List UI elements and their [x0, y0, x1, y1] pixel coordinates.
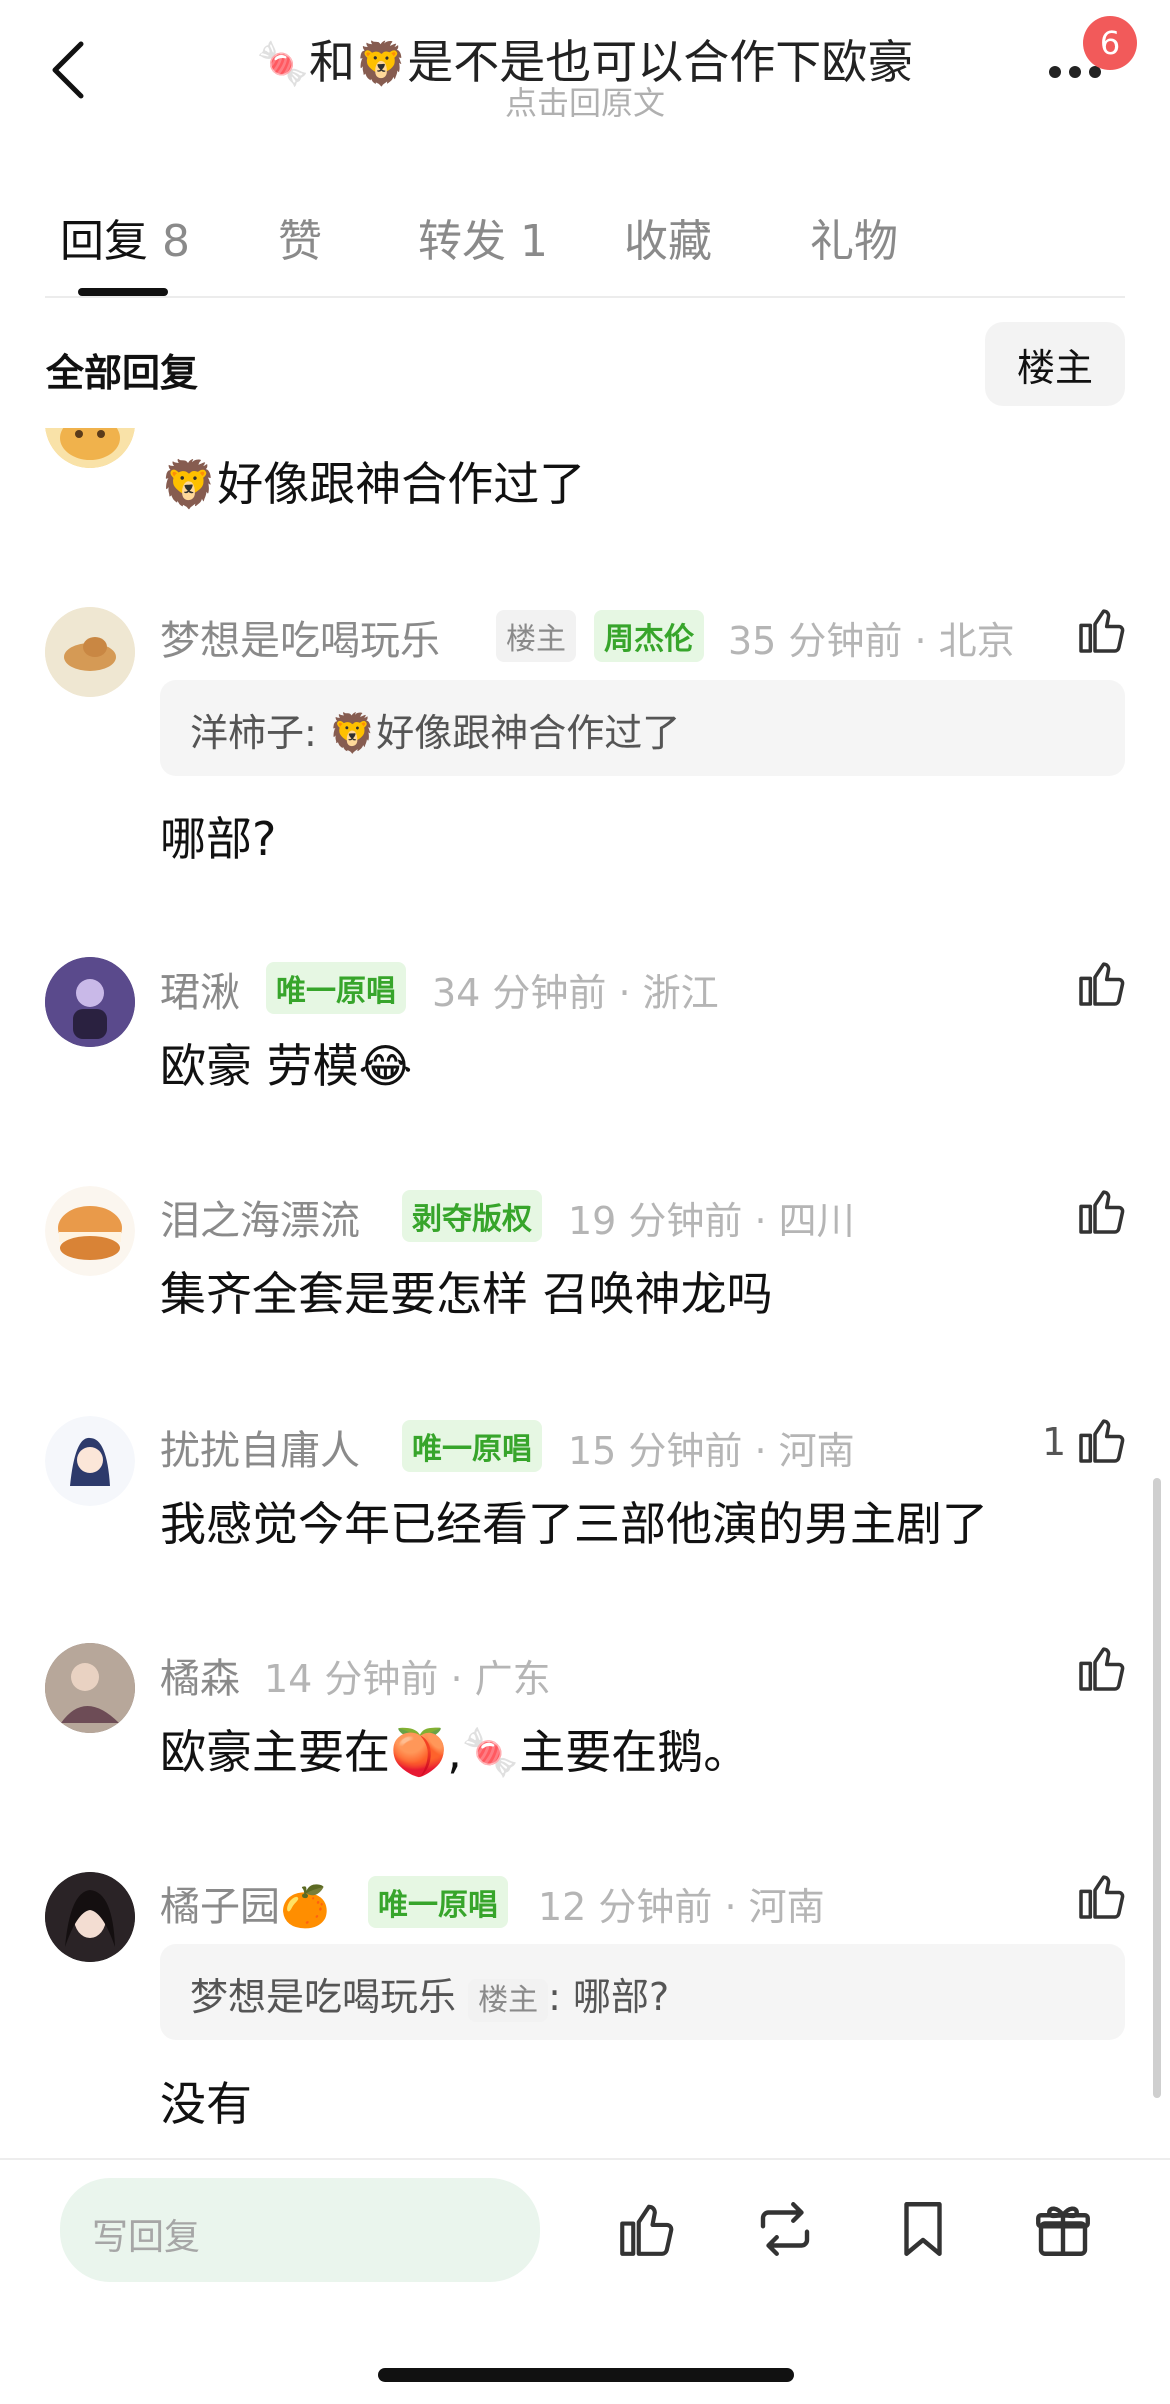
thumbs-up-icon: [1079, 962, 1125, 1006]
tab-gifts[interactable]: 礼物: [810, 205, 898, 269]
avatar[interactable]: [45, 1416, 135, 1506]
quoted-username: 梦想是吃喝玩乐: [190, 1975, 457, 2019]
fan-badge: 周杰伦: [594, 610, 704, 662]
bookmark-button[interactable]: [890, 2196, 956, 2262]
home-indicator: [378, 2368, 794, 2382]
candy-emoji: 🍬: [461, 1725, 520, 1779]
thumbs-up-icon: [1079, 1419, 1125, 1463]
fan-badge: 唯一原唱: [266, 962, 406, 1014]
username[interactable]: 橘森: [160, 1646, 240, 1704]
back-arrow-icon: [52, 41, 84, 99]
quoted-reply[interactable]: 洋柿子: 🦁好像跟神合作过了: [160, 680, 1125, 776]
like-button[interactable]: [1074, 955, 1130, 1011]
owner-filter-button[interactable]: 楼主: [985, 322, 1125, 406]
avatar[interactable]: [45, 1872, 135, 1962]
quoted-text: 哪部?: [573, 1975, 670, 2019]
timestamp-location: 14 分钟前 · 广东: [264, 1657, 551, 1701]
tab-favorites-label: 收藏: [624, 216, 712, 267]
comment-text: 欧豪 劳模😂: [160, 1039, 413, 1093]
username[interactable]: 泪之海漂流: [160, 1188, 360, 1246]
bookmark-icon: [904, 2202, 942, 2256]
tab-reposts-label: 转发: [418, 216, 506, 267]
fan-badge: 唯一原唱: [402, 1420, 542, 1472]
orange-emoji: 🍊: [280, 1884, 330, 1930]
tab-replies[interactable]: 回复 8: [60, 205, 190, 269]
timestamp-location: 12 分钟前 · 河南: [538, 1885, 825, 1929]
notification-badge: 6: [1083, 16, 1137, 70]
reply-input-placeholder: 写回复: [92, 2217, 201, 2258]
laughing-emoji: 😂: [358, 1039, 413, 1093]
owner-tag: 楼主: [496, 610, 576, 662]
thumbs-up-icon: [1079, 609, 1125, 653]
thumbs-up-icon: [1079, 1647, 1125, 1691]
active-tab-indicator: [78, 288, 168, 296]
like-button[interactable]: [1074, 1183, 1130, 1239]
avatar[interactable]: [45, 957, 135, 1047]
tab-reposts[interactable]: 转发 1: [418, 205, 548, 269]
divider: [45, 296, 1125, 298]
thumbs-up-icon: [1079, 1190, 1125, 1234]
fan-badge: 剥夺版权: [402, 1190, 542, 1242]
comment-text: 欧豪主要在🍑,🍬主要在鹅。: [160, 1725, 750, 1779]
username[interactable]: 橘子园🍊: [160, 1874, 330, 1932]
fan-badge: 唯一原唱: [368, 1876, 508, 1928]
like-button[interactable]: [1074, 1868, 1130, 1924]
like-button[interactable]: [1074, 602, 1130, 658]
back-button[interactable]: [42, 38, 92, 102]
avatar[interactable]: [45, 1186, 135, 1276]
repost-icon: [760, 2202, 810, 2256]
timestamp-location: 15 分钟前 · 河南: [568, 1429, 855, 1473]
comment-text: 集齐全套是要怎样 召唤神龙吗: [160, 1267, 773, 1321]
tab-replies-count: 8: [162, 216, 190, 267]
tab-replies-label: 回复: [60, 216, 148, 267]
lion-emoji: 🦁: [328, 711, 377, 755]
repost-button[interactable]: [752, 2196, 818, 2262]
thumbs-up-icon: [620, 2204, 674, 2256]
comment-text: 我感觉今年已经看了三部他演的男主剧了: [160, 1497, 988, 1551]
tab-reposts-count: 1: [520, 216, 548, 267]
timestamp-location: 34 分钟前 · 浙江: [432, 971, 719, 1015]
username[interactable]: 珺湫: [160, 960, 240, 1018]
back-to-original-link[interactable]: 点击回原文: [160, 78, 1010, 124]
comment-text: 哪部?: [160, 812, 277, 866]
timestamp-location: 19 分钟前 · 四川: [568, 1199, 855, 1243]
owner-tag: 楼主: [468, 1979, 549, 2022]
lion-emoji: 🦁: [160, 457, 218, 511]
username[interactable]: 梦想是吃喝玩乐: [160, 608, 440, 666]
gift-icon: [1036, 2206, 1090, 2256]
quoted-text: 好像跟神合作过了: [376, 711, 681, 755]
thumbs-up-icon: [1079, 1875, 1125, 1919]
tab-gifts-label: 礼物: [810, 216, 898, 267]
quoted-reply[interactable]: 梦想是吃喝玩乐 楼主: 哪部?: [160, 1944, 1125, 2040]
username[interactable]: 扰扰自庸人: [160, 1418, 360, 1476]
peach-emoji: 🍑: [390, 1725, 448, 1779]
tab-favorites[interactable]: 收藏: [624, 205, 712, 269]
like-count: 1: [1042, 1420, 1067, 1464]
avatar[interactable]: [45, 607, 135, 697]
like-button[interactable]: [1074, 1640, 1130, 1696]
tab-likes-label: 赞: [278, 216, 322, 267]
gift-button[interactable]: [1030, 2196, 1096, 2262]
like-button[interactable]: [1074, 1412, 1130, 1468]
comment-text: 没有: [160, 2077, 252, 2131]
timestamp-location: 35 分钟前 · 北京: [728, 619, 1015, 663]
quoted-username: 洋柿子: [190, 711, 305, 755]
tab-likes[interactable]: 赞: [278, 205, 322, 269]
avatar[interactable]: [45, 1643, 135, 1733]
reply-input[interactable]: 写回复: [60, 2178, 540, 2282]
comment-text: 🦁好像跟神合作过了: [160, 457, 586, 511]
like-post-button[interactable]: [614, 2196, 680, 2262]
all-replies-label: 全部回复: [46, 351, 199, 395]
scrollbar[interactable]: [1153, 1478, 1161, 2098]
divider: [0, 2158, 1170, 2160]
